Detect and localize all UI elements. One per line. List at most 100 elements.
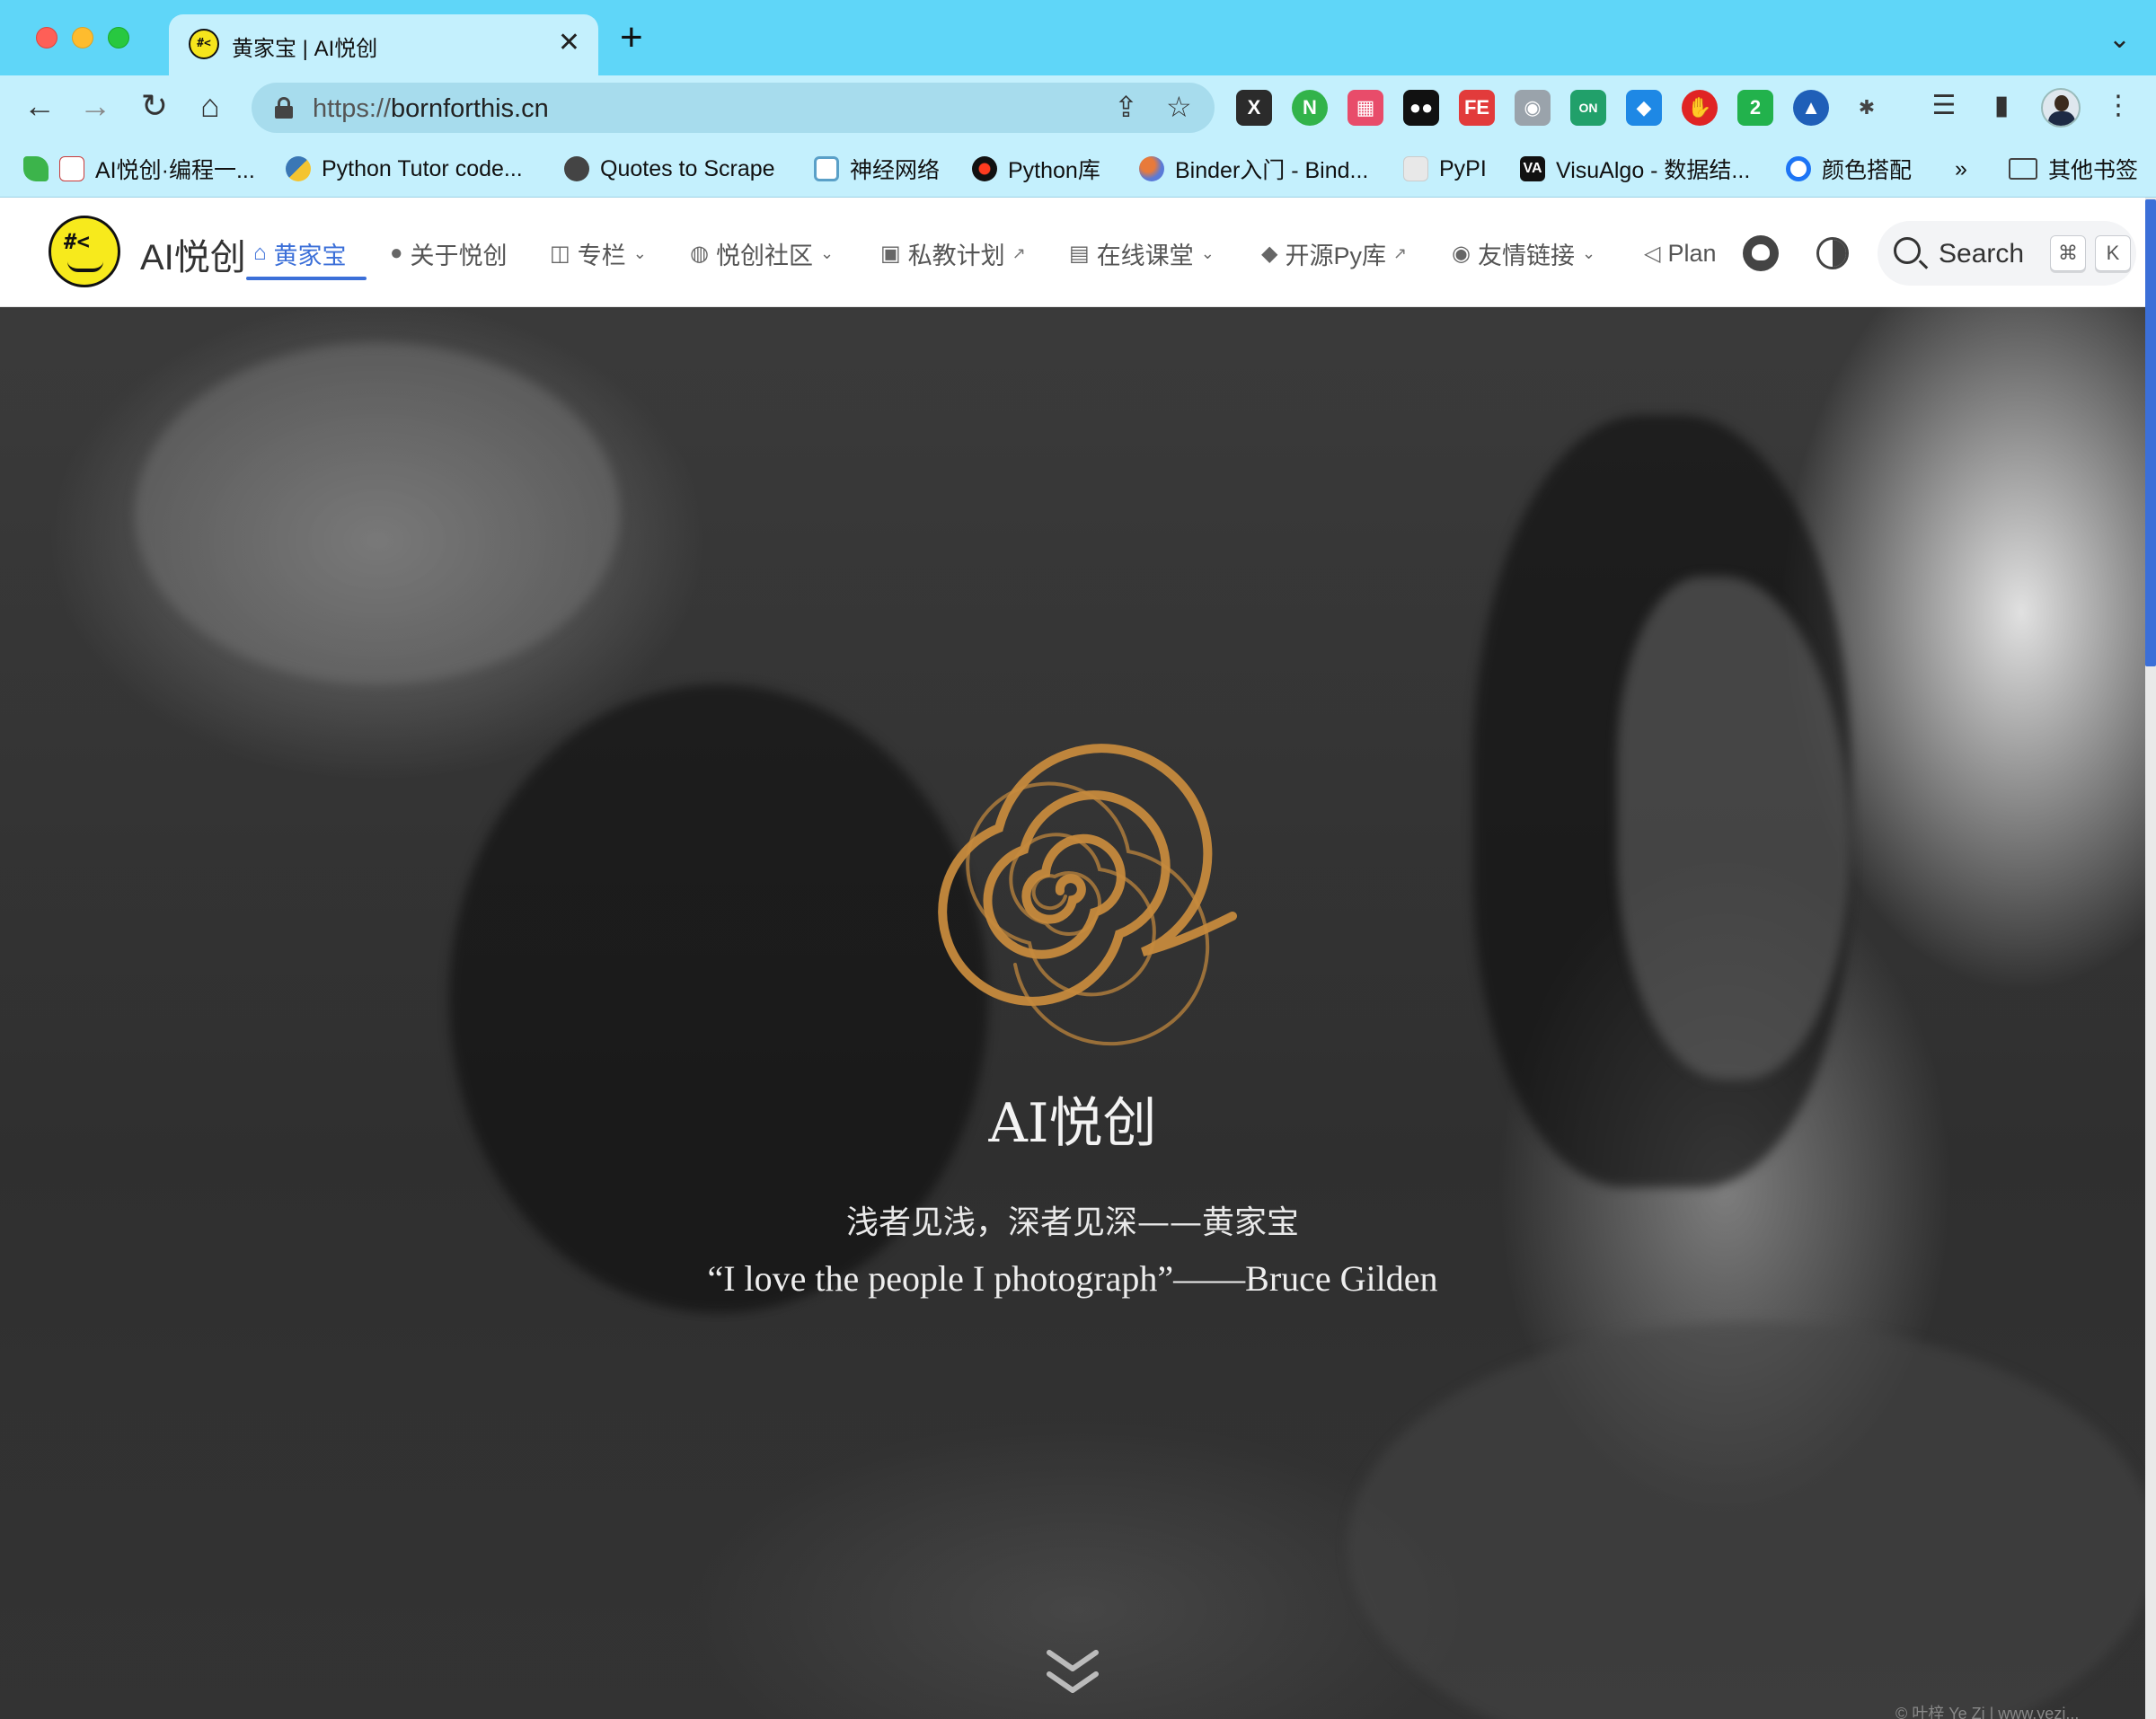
bookmark-label: Binder入门 - Bind... bbox=[1175, 158, 1369, 183]
tab-search-chevron-icon[interactable]: ⌄ bbox=[2108, 23, 2131, 55]
color-c-icon bbox=[1786, 156, 1811, 181]
tab-favicon-icon: #< bbox=[189, 29, 219, 59]
reading-list-icon[interactable]: ☰ bbox=[1924, 86, 1964, 126]
n-extension-icon[interactable]: N bbox=[1292, 90, 1328, 126]
leaf-icon bbox=[23, 156, 49, 181]
url-scheme: https:// bbox=[313, 94, 392, 123]
bookmark-label: Python库 bbox=[1008, 158, 1100, 183]
nav-label: 黄家宝 bbox=[273, 242, 347, 269]
bookmark-label: AI悦创·编程一... bbox=[95, 158, 255, 183]
nav-label: 友情链接 bbox=[1477, 242, 1575, 269]
nav-label: 私教计划 bbox=[907, 242, 1005, 269]
cat-extension-icon[interactable]: ◆ bbox=[1626, 90, 1662, 126]
forward-button[interactable]: → bbox=[75, 86, 115, 126]
camera-extension-icon[interactable]: ◉ bbox=[1515, 90, 1551, 126]
bookmark-item[interactable]: Python Tutor code... bbox=[286, 154, 523, 183]
close-window-button[interactable] bbox=[36, 27, 57, 48]
nav-label: 悦创社区 bbox=[715, 242, 813, 269]
puzzle-extension-icon[interactable]: ✱ bbox=[1849, 90, 1885, 126]
side-panel-icon[interactable]: ▮ bbox=[1982, 86, 2021, 126]
reload-button[interactable]: ↻ bbox=[135, 86, 174, 126]
other-bookmarks-label: 其他书签 bbox=[2048, 158, 2139, 183]
send-icon: ◁ bbox=[1644, 241, 1661, 266]
bookmark-star-icon[interactable]: ☆ bbox=[1166, 90, 1192, 124]
bookmark-item[interactable]: Python库 bbox=[972, 154, 1100, 183]
folder-icon bbox=[2009, 158, 2037, 180]
k-key: K bbox=[2095, 235, 2131, 271]
minimize-window-button[interactable] bbox=[72, 27, 93, 48]
bookmark-item[interactable]: 颜色搭配 bbox=[1786, 154, 1912, 183]
logo-mouth bbox=[67, 261, 103, 272]
nav-label: 专栏 bbox=[577, 242, 626, 269]
site-navbar: #< AI悦创 ⌂ 黄家宝 ● 关于悦创 ◫ 专栏 ⌄ ◍ 悦创社区 ⌄ ▣ 私教计划 ↗ ▤ 在… bbox=[0, 198, 2145, 307]
bookmark-label: PyPI bbox=[1439, 155, 1487, 181]
search-button[interactable]: Search ⌘ K bbox=[1878, 221, 2136, 286]
logo-eyes: #< bbox=[64, 229, 90, 254]
nav-columns[interactable]: ◫ 专栏 ⌄ bbox=[550, 235, 647, 271]
external-link-icon: ↗ bbox=[1012, 243, 1026, 262]
eyes-extension-icon[interactable]: ●● bbox=[1403, 90, 1439, 126]
nav-open-source[interactable]: ◆ 开源Py库 ↗ bbox=[1261, 235, 1407, 271]
nav-tutoring[interactable]: ▣ 私教计划 ↗ bbox=[880, 235, 1026, 271]
share-icon[interactable]: ⇪ bbox=[1114, 90, 1138, 124]
shield-extension-icon[interactable]: 2 bbox=[1737, 90, 1773, 126]
nav-friend-links[interactable]: ◉ 友情链接 ⌄ bbox=[1452, 235, 1595, 271]
url-text[interactable]: https://bornforthis.cn bbox=[313, 94, 549, 124]
link-icon: ◉ bbox=[1452, 241, 1471, 266]
bookmark-item[interactable]: Binder入门 - Bind... bbox=[1139, 154, 1368, 183]
back-button[interactable]: ← bbox=[20, 86, 59, 126]
hero-photo-hand bbox=[135, 343, 620, 684]
stop-extension-icon[interactable]: ✋ bbox=[1682, 90, 1718, 126]
site-logo[interactable]: #< bbox=[49, 216, 120, 287]
browser-menu-icon[interactable]: ⋮ bbox=[2099, 86, 2138, 126]
x-extension-icon[interactable]: X bbox=[1236, 90, 1272, 126]
nav-label: 开源Py库 bbox=[1285, 242, 1386, 269]
external-link-icon: ↗ bbox=[1392, 243, 1408, 262]
bookmark-item[interactable]: 神经网络 bbox=[814, 154, 940, 183]
search-icon bbox=[1894, 237, 1921, 264]
address-bar[interactable]: https://bornforthis.cn ⇪ ☆ bbox=[252, 83, 1215, 133]
other-bookmarks-folder[interactable]: 其他书签 bbox=[2009, 154, 2138, 183]
home-button[interactable]: ⌂ bbox=[190, 86, 230, 126]
nav-home[interactable]: ⌂ 黄家宝 bbox=[253, 235, 347, 271]
command-key: ⌘ bbox=[2050, 235, 2086, 271]
chevron-down-icon: ⌄ bbox=[632, 243, 647, 262]
nav-plan[interactable]: ◁ Plan bbox=[1644, 235, 1717, 271]
scrollbar-thumb[interactable] bbox=[2145, 199, 2156, 666]
github-icon[interactable] bbox=[1743, 235, 1779, 271]
profile-avatar[interactable] bbox=[2041, 88, 2081, 128]
site-brand[interactable]: AI悦创 bbox=[140, 228, 246, 280]
triangle-extension-icon[interactable]: ▲ bbox=[1793, 90, 1829, 126]
bookmark-item[interactable]: AI悦创·编程一... bbox=[23, 154, 255, 183]
grid-extension-icon[interactable]: ▦ bbox=[1348, 90, 1383, 126]
bookmark-item[interactable]: Quotes to Scrape bbox=[564, 154, 775, 183]
maximize-window-button[interactable] bbox=[108, 27, 129, 48]
browser-toolbar: ← → ↻ ⌂ https://bornforthis.cn ⇪ ☆ X N ▦… bbox=[0, 75, 2156, 140]
scroll-down-chevrons-icon[interactable] bbox=[1044, 1645, 1101, 1699]
chevron-down-icon: ⌄ bbox=[819, 243, 835, 262]
bookmark-label: Python Tutor code... bbox=[322, 155, 523, 181]
pypi-cube-icon bbox=[1403, 156, 1428, 181]
python-lib-icon bbox=[972, 156, 997, 181]
hero-section: AI悦创 浅者见浅，深者见深——黄家宝 “I love the people I… bbox=[0, 307, 2145, 1719]
nav-about[interactable]: ● 关于悦创 bbox=[390, 235, 508, 271]
bookmark-item[interactable]: PyPI bbox=[1403, 154, 1487, 183]
close-tab-icon[interactable]: ✕ bbox=[558, 27, 580, 58]
more-bookmarks-button[interactable]: » bbox=[1955, 154, 1967, 183]
bookmark-item[interactable]: VA VisuAlgo - 数据结... bbox=[1520, 154, 1750, 183]
lock-icon[interactable] bbox=[275, 97, 293, 119]
hero-tagline: 浅者见浅，深者见深——黄家宝 bbox=[845, 1204, 1299, 1241]
fe-extension-icon[interactable]: FE bbox=[1459, 90, 1495, 126]
active-tab[interactable]: #< 黄家宝 | AI悦创 ✕ bbox=[169, 14, 598, 75]
nav-classroom[interactable]: ▤ 在线课堂 ⌄ bbox=[1069, 235, 1215, 271]
bookmarks-bar: AI悦创·编程一... Python Tutor code... Quotes … bbox=[0, 140, 2156, 198]
binder-icon bbox=[1139, 156, 1164, 181]
on-extension-icon[interactable]: ON bbox=[1570, 90, 1606, 126]
new-tab-button[interactable]: + bbox=[620, 18, 643, 57]
nav-community[interactable]: ◍ 悦创社区 ⌄ bbox=[690, 235, 834, 271]
nav-label: 关于悦创 bbox=[410, 242, 508, 269]
bookmark-label: Quotes to Scrape bbox=[600, 155, 775, 181]
bookmark-label: 神经网络 bbox=[850, 158, 941, 183]
url-host: bornforthis.cn bbox=[391, 94, 549, 123]
theme-toggle-icon[interactable] bbox=[1816, 237, 1849, 269]
